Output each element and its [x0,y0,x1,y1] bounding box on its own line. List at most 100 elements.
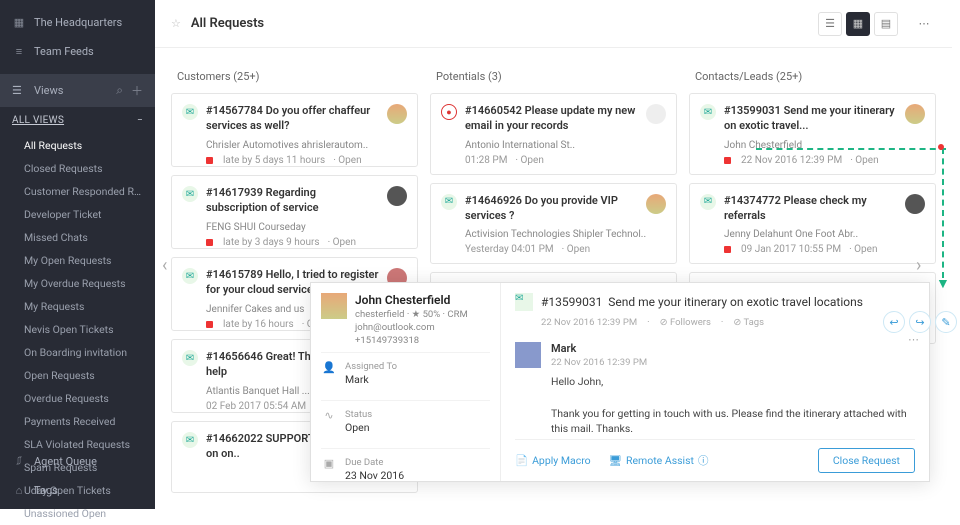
ticket-card[interactable]: ✉#13599031 Send me your itinerary on exo… [689,93,936,175]
scroll-left-icon[interactable]: ‹ [162,255,182,275]
team-feeds[interactable]: ≡Team Feeds [0,37,155,66]
contact-meta: chesterfield · ★ 50% · CRM [355,309,468,320]
sla-indicator-icon [724,157,731,164]
card-footer: late by 5 days 11 hours· Open [182,155,407,166]
view-item[interactable]: Closed Requests [0,157,155,180]
classic-view-button[interactable]: ▤ [874,12,898,36]
notification-dot [938,144,944,150]
card-footer: 22 Nov 2016 12:39 PM· Open [700,155,925,166]
view-item[interactable]: All Requests [0,134,155,157]
view-item[interactable]: Open Requests [0,364,155,387]
ticket-card[interactable]: ✉#14374772 Please check my referralsJenn… [689,183,936,265]
sidebar: ▦The Headquarters ≡Team Feeds ☰ Views ⌕ … [0,0,155,509]
envelope-icon: ✉ [441,194,457,210]
ticket-card[interactable]: ✉#14617939 Regarding subscription of ser… [171,175,418,249]
callout-connector [942,148,944,278]
followers-link[interactable]: ⊘ Followers [660,317,711,328]
add-view-icon[interactable]: ＋ [131,82,143,99]
envelope-icon: ✉ [700,104,716,120]
status-label: Status [345,409,372,420]
view-item[interactable]: Overdue Requests [0,387,155,410]
board-view-button[interactable]: ▦ [846,12,870,36]
ticket-card[interactable]: ✉#14646926 Do you provide VIP services ?… [430,183,677,265]
card-footer: late by 3 days 9 hours· Open [182,237,407,248]
avatar [387,186,407,206]
assigned-value[interactable]: Mark [345,373,397,386]
page-header: ☆ All Requests ☰ ▦ ▤ ⋯ [155,0,952,48]
card-footer: 09 Jan 2017 10:55 PM· Open [700,244,925,255]
ticket-actions: ↩ ↪ ✎ [883,311,957,333]
avatar [646,194,666,214]
message-time: 22 Nov 2016 12:39 PM [551,357,647,368]
assigned-label: Assigned To [345,361,397,372]
sla-indicator-icon [206,239,213,246]
column-header: Contacts/Leads (25+) [689,64,936,93]
contact-email: john@outlook.com [355,322,468,333]
views-label: Views [34,84,63,97]
callout-connector [756,148,946,150]
sla-indicator-icon [724,246,731,253]
card-meta: Activision Technologies Shipler Technol.… [441,229,666,240]
scroll-right-icon[interactable]: › [916,255,936,275]
more-menu-icon[interactable]: ⋯ [912,12,936,36]
org-switcher[interactable]: ▦The Headquarters [0,8,155,37]
views-icon: ☰ [12,84,26,97]
comment-icon[interactable]: ✎ [935,311,957,333]
star-icon[interactable]: ☆ [171,17,181,30]
envelope-icon: ✉ [182,104,198,120]
forward-icon[interactable]: ↪ [909,311,931,333]
user-icon: 👤 [321,361,337,374]
message-from: Mark [551,342,576,355]
new-badge-icon: ● [441,104,457,120]
ticket-detail-panel: John Chesterfield chesterfield · ★ 50% ·… [310,282,930,482]
conversation-panel: ✉ #13599031 Send me your itinerary on ex… [501,283,929,481]
tags-nav[interactable]: ⌂Tags [0,476,155,505]
tags-link[interactable]: ⊘ Tags [733,317,764,328]
views-header: ☰ Views ⌕ ＋ [0,74,155,107]
status-value[interactable]: Open [345,421,372,434]
view-item[interactable]: On Boarding invitation [0,341,155,364]
card-meta: Antonio International St.. [441,140,666,151]
column-header: Potentials (3) [430,64,677,93]
close-request-button[interactable]: Close Request [818,448,915,473]
avatar [646,104,666,124]
contact-name: John Chesterfield [355,293,468,307]
due-value[interactable]: 23 Nov 2016 [345,469,404,481]
contact-phone: +15149739318 [355,335,468,346]
queue-icon: ⎎ [12,454,26,468]
envelope-icon: ✉ [515,293,533,311]
reply-icon[interactable]: ↩ [883,311,905,333]
view-item[interactable]: Customer Responded Requests [0,180,155,203]
avatar [905,194,925,214]
view-item[interactable]: My Overdue Requests [0,272,155,295]
status-icon: ∿ [321,409,337,422]
all-views-link[interactable]: ALL VIEWS− [0,107,155,134]
remote-assist-button[interactable]: 🖥 Remote Assist ⓘ [609,453,709,468]
ticket-footer: 📄 Apply Macro 🖥 Remote Assist ⓘ Close Re… [515,439,915,473]
view-item[interactable]: Payments Received [0,410,155,433]
list-view-button[interactable]: ☰ [818,12,842,36]
card-meta: Jenny Delahunt One Foot Abr.. [700,229,925,240]
card-footer: Yesterday 04:01 PM· Open [441,244,666,255]
ticket-card[interactable]: ✉#14567784 Do you offer chaffeur service… [171,93,418,167]
mail-icon: ✉ [182,432,198,448]
message-more-icon[interactable]: ⋯ [908,333,919,346]
view-item[interactable]: My Requests [0,295,155,318]
apply-macro-button[interactable]: 📄 Apply Macro [515,454,591,467]
message: Mark 22 Nov 2016 12:39 PM Hello John, Th… [515,342,915,437]
search-icon[interactable]: ⌕ [116,83,123,98]
view-item[interactable]: Missed Chats [0,226,155,249]
avatar [905,104,925,124]
contact-panel: John Chesterfield chesterfield · ★ 50% ·… [311,283,501,481]
sla-indicator-icon [206,321,213,328]
view-item[interactable]: Developer Ticket [0,203,155,226]
due-label: Due Date [345,457,404,468]
ticket-title: #13599031 Send me your itinerary on exot… [541,295,863,309]
ticket-card[interactable]: ● #14660542 Please update my new email in… [430,93,677,175]
view-item[interactable]: Nevis Open Tickets [0,318,155,341]
card-meta: Chrisler Automotives ahrislerautom.. [182,140,407,151]
agent-queue[interactable]: ⎎Agent Queue [0,446,155,476]
view-item[interactable]: My Open Requests [0,249,155,272]
card-title: #14660542 Please update my new email in … [465,104,638,134]
views-list: All Requests Closed Requests Customer Re… [0,134,155,374]
